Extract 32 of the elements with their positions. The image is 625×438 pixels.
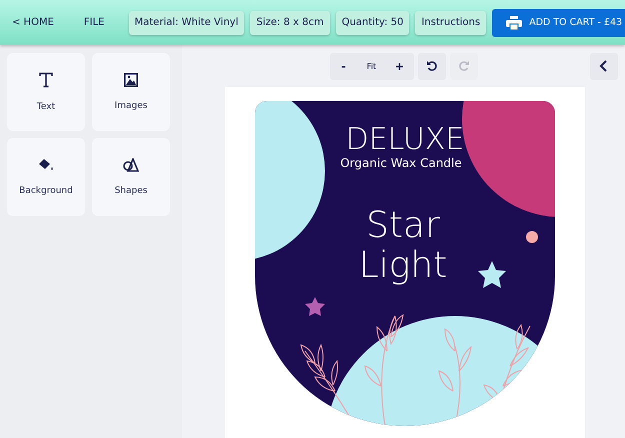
image-icon	[124, 73, 138, 87]
zoom-fit-button[interactable]: Fit	[358, 60, 386, 72]
option-button[interactable]: Quantity: 50	[336, 10, 410, 34]
tool-card[interactable]: Images	[92, 53, 170, 131]
undo-icon	[426, 60, 438, 72]
label-title: DELUXE	[345, 122, 464, 157]
tool-card[interactable]: Shapes	[92, 138, 170, 216]
tool-label: Text	[36, 102, 56, 112]
paint-bucket-icon	[38, 158, 54, 172]
label-name: Light	[358, 245, 447, 286]
home-link[interactable]: < HOME	[12, 17, 54, 28]
shapes-icon	[123, 158, 139, 172]
option-button[interactable]: Material: White Vinyl	[128, 10, 244, 34]
label-subtitle: Organic Wax Candle	[340, 156, 462, 170]
label-name: Star	[366, 205, 440, 246]
collapse-button[interactable]	[590, 52, 618, 80]
undo-button[interactable]	[418, 52, 446, 80]
option-button[interactable]: Instructions	[415, 10, 486, 34]
option-button[interactable]: Size: 8 x 8cm	[250, 10, 330, 34]
tool-card[interactable]: Text	[7, 53, 85, 131]
redo-icon	[458, 60, 470, 72]
text-icon	[38, 72, 54, 88]
printer-icon	[506, 16, 522, 30]
tool-label: Background	[19, 186, 73, 196]
file-menu[interactable]: FILE	[84, 17, 104, 28]
tool-card[interactable]: Background	[7, 138, 85, 216]
chevron-left-icon	[599, 60, 609, 72]
add-to-cart-button[interactable]: ADD TO CART - £43	[492, 8, 625, 36]
zoom-out-button[interactable]: -	[330, 58, 358, 74]
tool-label: Images	[114, 101, 148, 111]
zoom-in-button[interactable]: +	[386, 58, 414, 74]
tool-label: Shapes	[114, 186, 148, 196]
